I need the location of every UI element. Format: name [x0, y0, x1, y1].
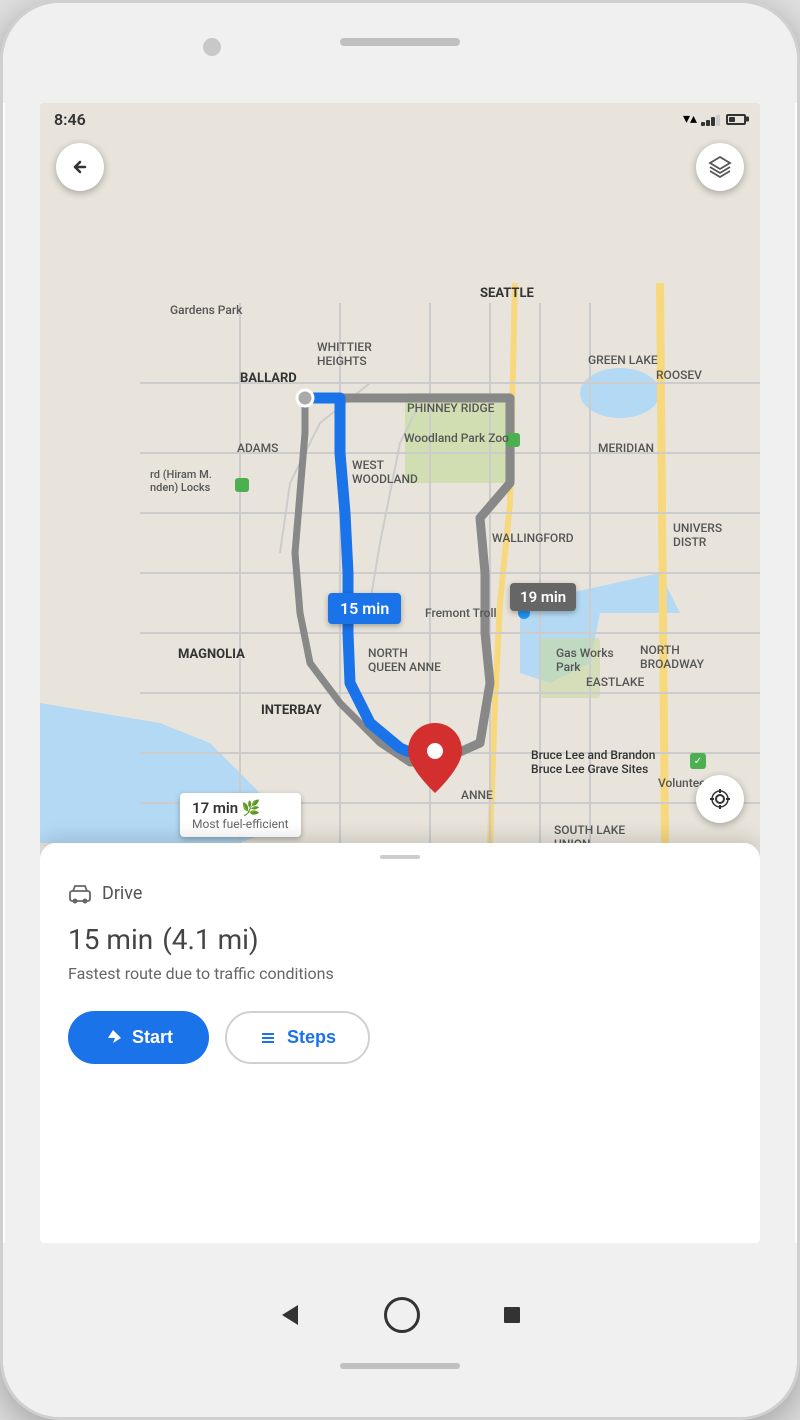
speaker — [340, 38, 460, 46]
phone-screen: 8:46 ▾▴ — [40, 103, 760, 1243]
map-area: ✓ SEATTLE Gardens Park BALLARD WHITTIERH… — [40, 103, 760, 843]
wifi-icon: ▾▴ — [683, 111, 697, 127]
route-label-19min: 19 min — [510, 583, 576, 611]
back-button[interactable] — [56, 143, 104, 191]
panel-mode: Drive — [68, 883, 732, 904]
layers-button[interactable] — [696, 143, 744, 191]
signal-bars — [701, 112, 720, 126]
route-label-15min: 15 min — [328, 593, 401, 624]
back-arrow-icon — [70, 157, 90, 177]
steps-button[interactable]: Steps — [225, 1011, 370, 1064]
panel-handle — [380, 855, 420, 859]
status-time: 8:46 — [54, 110, 86, 129]
phone-bottom — [3, 1243, 797, 1420]
bottom-bar — [340, 1363, 460, 1369]
eco-subtitle: Most fuel-efficient — [192, 817, 289, 831]
svg-text:✓: ✓ — [694, 756, 702, 767]
back-nav-button[interactable] — [276, 1301, 304, 1329]
start-button[interactable]: Start — [68, 1011, 209, 1064]
phone-frame: 8:46 ▾▴ — [0, 0, 800, 1420]
panel-buttons: Start Steps — [68, 1011, 732, 1064]
panel-mode-text: Drive — [102, 883, 142, 904]
location-icon — [708, 787, 732, 811]
signal-bar-2 — [706, 120, 710, 126]
navigation-icon — [104, 1029, 122, 1047]
camera — [203, 38, 221, 56]
recent-nav-button[interactable] — [500, 1303, 524, 1327]
battery-icon — [726, 114, 746, 125]
status-icons: ▾▴ — [683, 111, 746, 127]
nav-buttons — [276, 1297, 524, 1333]
car-icon — [68, 884, 92, 904]
recent-nav-icon — [500, 1303, 524, 1327]
panel-duration: 15 min (4.1 mi) — [68, 916, 732, 958]
eco-time: 17 min 🌿 — [192, 799, 289, 817]
home-nav-circle — [384, 1297, 420, 1333]
battery-fill — [729, 117, 735, 122]
home-nav-button[interactable] — [384, 1297, 420, 1333]
route-label-eco: 17 min 🌿 Most fuel-efficient — [180, 793, 301, 837]
signal-bar-4 — [716, 115, 720, 126]
bottom-panel: Drive 15 min (4.1 mi) Fastest route due … — [40, 843, 760, 1243]
location-button[interactable] — [696, 775, 744, 823]
signal-bar-3 — [711, 117, 715, 126]
back-nav-icon — [276, 1301, 304, 1329]
phone-top — [3, 3, 797, 103]
steps-icon — [259, 1029, 277, 1047]
layers-icon — [708, 155, 732, 179]
signal-bar-1 — [701, 122, 705, 126]
panel-subtitle: Fastest route due to traffic conditions — [68, 964, 732, 983]
map-svg: ✓ — [40, 103, 760, 843]
status-bar: 8:46 ▾▴ — [40, 103, 760, 135]
